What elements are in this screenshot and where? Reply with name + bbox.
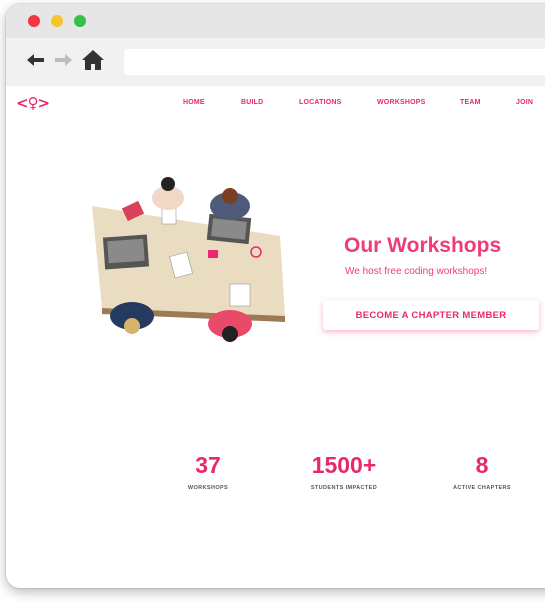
page-subtitle: We host free coding workshops! xyxy=(345,266,488,277)
page-title: Our Workshops xyxy=(344,234,502,257)
title-bar xyxy=(6,4,545,38)
nav-home[interactable]: HOME xyxy=(183,99,205,106)
stat-value: 37 xyxy=(195,452,221,478)
browser-toolbar xyxy=(6,38,545,87)
stat-workshops: 37 WORKSHOPS xyxy=(153,452,263,491)
stat-chapters: 8 ACTIVE CHAPTERS xyxy=(427,452,537,491)
home-icon[interactable] xyxy=(81,48,105,72)
stat-label: STUDENTS IMPACTED xyxy=(310,485,378,491)
stat-label: WORKSHOPS xyxy=(187,485,229,491)
stat-label: ACTIVE CHAPTERS xyxy=(453,485,511,491)
close-window-button[interactable] xyxy=(28,15,40,27)
nav-locations[interactable]: LOCATIONS xyxy=(299,99,342,106)
forward-arrow-icon[interactable] xyxy=(51,48,75,72)
nav-workshops[interactable]: WORKSHOPS xyxy=(377,99,425,106)
stat-students: 1500+ STUDENTS IMPACTED xyxy=(289,452,399,491)
nav-team[interactable]: TEAM xyxy=(460,99,481,106)
nav-build[interactable]: BUILD xyxy=(241,99,263,106)
minimize-window-button[interactable] xyxy=(51,15,63,27)
maximize-window-button[interactable] xyxy=(74,15,86,27)
stat-value: 8 xyxy=(475,452,489,478)
address-bar[interactable] xyxy=(124,49,545,75)
browser-window: <♀> HOME BUILD LOCATIONS WORKSHOPS TEAM … xyxy=(6,4,545,588)
web-page: <♀> HOME BUILD LOCATIONS WORKSHOPS TEAM … xyxy=(6,86,545,588)
stat-value: 1500+ xyxy=(311,452,377,478)
become-chapter-member-button[interactable]: BECOME A CHAPTER MEMBER xyxy=(323,300,539,330)
back-arrow-icon[interactable] xyxy=(24,48,48,72)
nav-join[interactable]: JOIN xyxy=(516,99,533,106)
site-logo[interactable]: <♀> xyxy=(16,94,50,112)
workshop-illustration xyxy=(92,177,285,342)
